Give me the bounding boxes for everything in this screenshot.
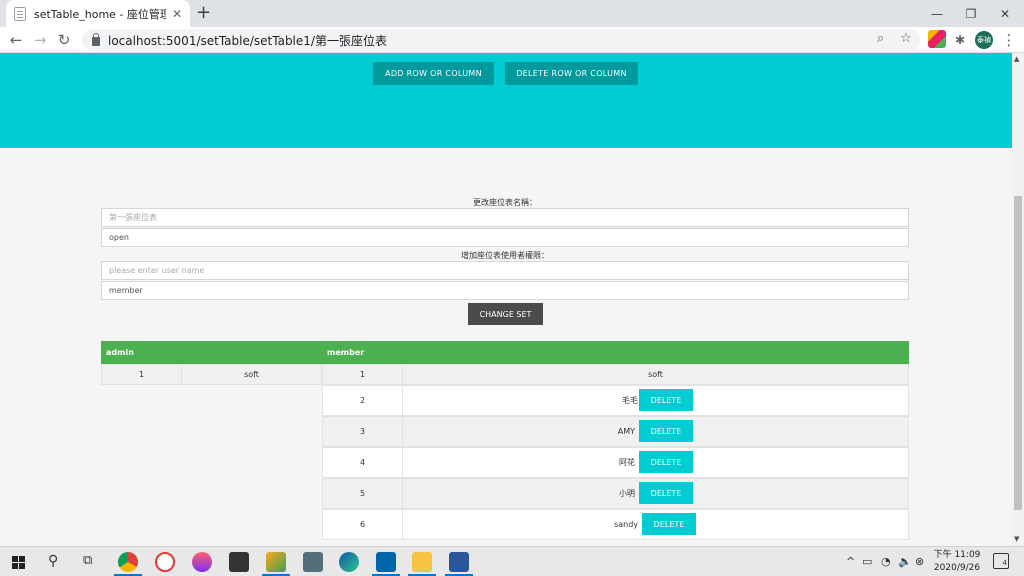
chrome-icon[interactable]: [118, 552, 138, 572]
row-number: 4: [323, 448, 403, 477]
ime-icon[interactable]: ⊗: [915, 555, 924, 568]
table-row: 4 阿花 DELETE: [322, 447, 909, 478]
task-view-icon[interactable]: ⧉: [83, 553, 92, 568]
taskbar: ⚲ ⧉ ^ ▭ ◔ 🔈 ⊗ 下午 11:09 2020/9/26 4: [0, 546, 1024, 576]
row-name: 毛毛: [622, 396, 638, 405]
admin-row-number: 1: [101, 364, 182, 385]
admin-table-header: admin: [101, 341, 322, 364]
role-select[interactable]: member: [101, 281, 909, 300]
tab-title: setTable_home - 座位管理系統: [34, 7, 166, 21]
tab-strip: setTable_home - 座位管理系統 ✕ + — ❐ ✕: [0, 0, 1024, 27]
vscode-icon[interactable]: [376, 552, 396, 572]
status-select[interactable]: open: [101, 228, 909, 247]
row-name: 小明: [619, 489, 635, 498]
page-icon: [14, 6, 26, 21]
battery-icon[interactable]: ▭: [862, 555, 872, 568]
close-window-button[interactable]: ✕: [988, 0, 1022, 27]
delete-button[interactable]: DELETE: [642, 513, 696, 535]
reload-button[interactable]: ↻: [54, 31, 74, 49]
back-button[interactable]: ←: [6, 31, 26, 49]
tray-chevron-icon[interactable]: ^: [846, 555, 855, 568]
row-number: 3: [323, 417, 403, 446]
notification-icon[interactable]: 4: [993, 553, 1009, 569]
file-explorer-icon[interactable]: [412, 552, 432, 572]
clock[interactable]: 下午 11:09 2020/9/26: [930, 549, 984, 575]
row-name: sandy: [614, 520, 638, 529]
puzzle-extensions-icon[interactable]: ✱: [950, 31, 970, 49]
delete-button[interactable]: DELETE: [639, 420, 693, 442]
scroll-up-icon[interactable]: ▲: [1014, 55, 1019, 63]
profile-avatar[interactable]: 泰禎: [975, 31, 993, 49]
user-name-input[interactable]: please enter user name: [101, 261, 909, 280]
delete-button[interactable]: DELETE: [639, 389, 693, 411]
forward-button[interactable]: →: [30, 31, 50, 49]
page-content: ADD ROW OR COLUMN DELETE ROW OR COLUMN 更…: [0, 53, 1012, 546]
row-number: 5: [323, 479, 403, 508]
bookmark-star-icon[interactable]: ☆: [900, 31, 912, 46]
volume-icon[interactable]: 🔈: [898, 555, 912, 568]
row-number: 6: [323, 510, 403, 539]
new-tab-button[interactable]: +: [196, 4, 211, 22]
permission-label: 增加座位表使用者權限：: [461, 251, 549, 260]
member-row-number: 1: [322, 364, 403, 385]
word-icon[interactable]: [449, 552, 469, 572]
admin-row-name: soft: [181, 364, 322, 385]
zoom-icon[interactable]: ⌕: [877, 31, 884, 46]
delete-row-or-column-button[interactable]: DELETE ROW OR COLUMN: [505, 62, 638, 85]
calculator-icon[interactable]: [303, 552, 323, 572]
table-row: 2 毛毛 DELETE: [322, 385, 909, 416]
wifi-icon[interactable]: ◔: [881, 555, 891, 568]
scroll-down-icon[interactable]: ▼: [1014, 535, 1019, 543]
search-icon[interactable]: ⚲: [48, 553, 58, 569]
table-row: 3 AMY DELETE: [322, 416, 909, 447]
browser-menu-icon[interactable]: ⋮: [999, 31, 1019, 49]
browser-tab[interactable]: setTable_home - 座位管理系統 ✕: [6, 0, 190, 27]
row-name: 阿花: [619, 458, 635, 467]
tools-icon[interactable]: [266, 552, 286, 572]
row-name: AMY: [617, 427, 635, 436]
clock-time: 下午 11:09: [933, 550, 981, 560]
add-row-or-column-button[interactable]: ADD ROW OR COLUMN: [373, 62, 494, 85]
minimize-button[interactable]: —: [920, 0, 954, 27]
windows-start-icon[interactable]: [12, 556, 25, 569]
member-table-header: member: [322, 341, 909, 364]
url-text: localhost:5001/setTable/setTable1/第一張座位表: [108, 33, 387, 48]
edge-icon[interactable]: [339, 552, 359, 572]
browser-toolbar: ← → ↻ localhost:5001/setTable/setTable1/…: [0, 27, 1024, 53]
clock-date: 2020/9/26: [933, 563, 981, 573]
change-set-button[interactable]: CHANGE SET: [468, 303, 543, 325]
paint-icon[interactable]: [192, 552, 212, 572]
table-name-input[interactable]: 第一張座位表: [101, 208, 909, 227]
address-bar[interactable]: localhost:5001/setTable/setTable1/第一張座位表…: [82, 29, 920, 51]
delete-button[interactable]: DELETE: [639, 482, 693, 504]
snipping-tool-icon[interactable]: [155, 552, 175, 572]
page-scrollbar[interactable]: ▲ ▼: [1012, 53, 1024, 546]
restore-button[interactable]: ❐: [954, 0, 988, 27]
sticky-notes-icon[interactable]: [229, 552, 249, 572]
table-row: 5 小明 DELETE: [322, 478, 909, 509]
table-row: 6 sandy DELETE: [322, 509, 909, 540]
tab-close-icon[interactable]: ✕: [172, 7, 182, 21]
delete-button[interactable]: DELETE: [639, 451, 693, 473]
member-row-name: soft: [402, 364, 909, 385]
extension-icon[interactable]: [928, 30, 946, 48]
scrollbar-thumb[interactable]: [1014, 196, 1022, 510]
rename-label: 更改座位表名稱：: [473, 198, 537, 207]
lock-icon: [92, 33, 100, 46]
row-number: 2: [323, 386, 403, 415]
hero-banner: ADD ROW OR COLUMN DELETE ROW OR COLUMN: [0, 53, 1012, 148]
